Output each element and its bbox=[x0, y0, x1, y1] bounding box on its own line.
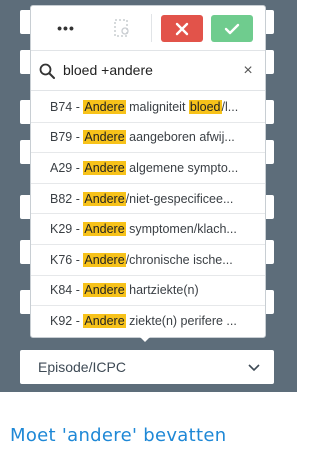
result-row[interactable]: A29 - Andere algemene sympto... bbox=[31, 153, 265, 184]
result-highlight: bloed bbox=[188, 99, 222, 114]
caption-text: Moet 'andere' bevatten bbox=[10, 425, 227, 446]
confirm-button[interactable] bbox=[211, 15, 253, 42]
popup-pointer bbox=[138, 335, 152, 342]
episode-icpc-label: Episode/ICPC bbox=[38, 359, 126, 375]
checkmark-icon bbox=[224, 23, 240, 34]
result-text: aangeboren afwij... bbox=[125, 130, 235, 145]
result-highlight: Andere bbox=[83, 160, 126, 175]
clear-search-icon[interactable]: × bbox=[239, 62, 257, 80]
result-row[interactable]: K29 - Andere symptomen/klach... bbox=[31, 214, 265, 245]
search-bar: × bbox=[31, 51, 265, 91]
result-text: hartziekte(n) bbox=[125, 283, 199, 298]
result-highlight: Andere bbox=[83, 283, 126, 298]
result-text: algemene sympto... bbox=[125, 160, 239, 175]
result-highlight: Andere bbox=[83, 191, 126, 206]
result-code: K76 - bbox=[50, 252, 84, 267]
result-highlight: Andere bbox=[83, 222, 126, 237]
result-text: maligniteit bbox=[125, 99, 189, 114]
results-list: B74 - Andere maligniteit bloed/l... B79 -… bbox=[31, 92, 265, 337]
result-text: ziekte(n) perifere ... bbox=[125, 314, 237, 329]
result-highlight: Andere bbox=[83, 99, 126, 114]
more-options-button[interactable]: ••• bbox=[51, 16, 81, 40]
result-text: /niet-gespecificee... bbox=[125, 191, 234, 206]
result-code: B74 - bbox=[50, 99, 84, 114]
bookmark-icon bbox=[114, 19, 129, 37]
icpc-search-popup: ••• × B74 - Andere maligniteit bloed bbox=[30, 5, 266, 338]
result-code: B82 - bbox=[50, 191, 84, 206]
result-code: B79 - bbox=[50, 130, 84, 145]
chevron-down-icon bbox=[248, 359, 260, 375]
result-text: /chronische ische... bbox=[125, 252, 233, 267]
result-highlight: Andere bbox=[83, 252, 126, 267]
search-icon bbox=[39, 63, 55, 79]
result-code: K84 - bbox=[50, 283, 84, 298]
toolbar-divider bbox=[151, 14, 152, 42]
bookmark-button[interactable] bbox=[109, 16, 135, 40]
result-row[interactable]: K76 - Andere/chronische ische... bbox=[31, 245, 265, 276]
popup-toolbar: ••• bbox=[31, 6, 265, 51]
result-highlight: Andere bbox=[83, 130, 126, 145]
close-icon bbox=[175, 22, 189, 35]
result-row[interactable]: B79 - Andere aangeboren afwij... bbox=[31, 123, 265, 154]
more-icon: ••• bbox=[57, 20, 75, 36]
search-input[interactable] bbox=[63, 60, 233, 80]
result-row[interactable]: B82 - Andere/niet-gespecificee... bbox=[31, 184, 265, 215]
cancel-button[interactable] bbox=[161, 15, 203, 42]
result-row[interactable]: B74 - Andere maligniteit bloed/l... bbox=[31, 92, 265, 123]
result-text: symptomen/klach... bbox=[125, 222, 237, 237]
result-code: K29 - bbox=[50, 222, 84, 237]
result-row[interactable]: K84 - Andere hartziekte(n) bbox=[31, 276, 265, 307]
result-code: K92 - bbox=[50, 314, 84, 329]
result-highlight: Andere bbox=[83, 314, 126, 329]
result-row[interactable]: K92 - Andere ziekte(n) perifere ... bbox=[31, 306, 265, 337]
result-code: A29 - bbox=[50, 160, 84, 175]
result-text: /l... bbox=[221, 99, 239, 114]
episode-icpc-select[interactable]: Episode/ICPC bbox=[20, 350, 274, 384]
